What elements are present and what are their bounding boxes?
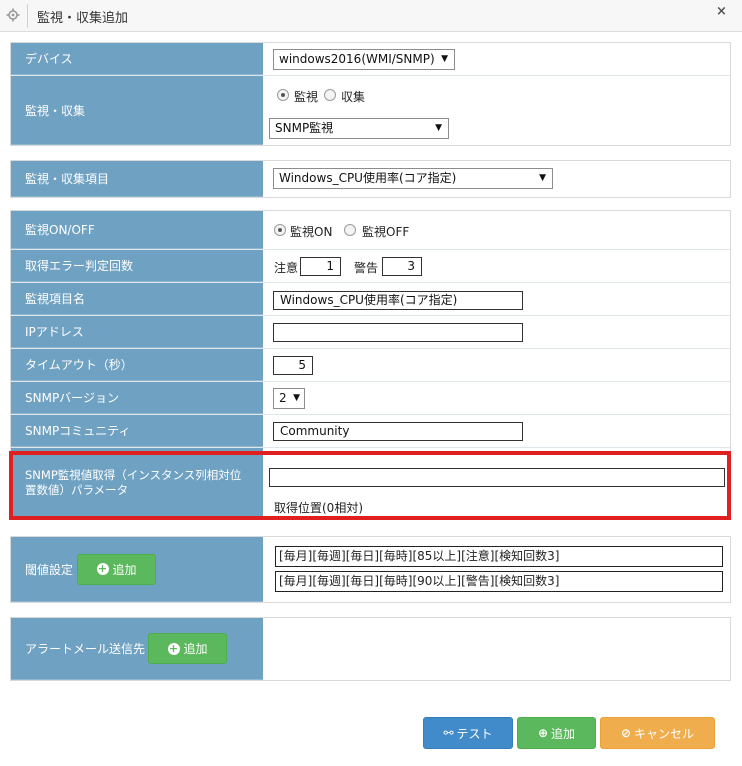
dialog-titlebar: 監視・収集追加 ×: [0, 0, 742, 32]
device-panel: デバイス windows2016(WMI/SNMP) ▼ 監視・収集 監視 収集 …: [10, 42, 731, 146]
snmp-version-label: SNMPバージョン: [11, 382, 263, 414]
alert-mail-label: アラートメール送信先: [25, 642, 146, 656]
plus-circle-icon: +: [96, 562, 109, 575]
threshold-label-cell: 閾値設定 + 追加: [11, 537, 263, 602]
device-row: デバイス windows2016(WMI/SNMP) ▼: [11, 43, 730, 76]
radio-monitor[interactable]: [277, 89, 289, 101]
caution-label: 注意: [274, 261, 299, 275]
highlight-box: [9, 451, 731, 520]
threshold-entry[interactable]: [毎月][毎週][毎日][毎時][90以上][警告][検知回数3]: [275, 571, 723, 592]
threshold-panel: 閾値設定 + 追加 [毎月][毎週][毎日][毎時][85以上][注意][検知回数…: [10, 536, 731, 603]
item-label: 監視・収集項目: [11, 161, 263, 197]
warning-count-input[interactable]: 3: [382, 257, 422, 276]
error-count-label: 取得エラー判定回数: [11, 250, 263, 282]
threshold-label: 閾値設定: [25, 562, 74, 577]
item-name-row: 監視項目名 Windows_CPU使用率(コア指定): [11, 283, 730, 316]
device-label: デバイス: [11, 43, 263, 75]
snmp-community-input[interactable]: Community: [273, 422, 523, 441]
gear-icon: [6, 8, 20, 22]
timeout-label: タイムアウト（秒）: [11, 349, 263, 381]
timeout-input[interactable]: 5: [273, 356, 313, 375]
alert-mail-label-cell: アラートメール送信先 + 追加: [11, 618, 263, 680]
ban-icon: ⊘: [620, 726, 632, 740]
alert-mail-row: アラートメール送信先 + 追加: [11, 618, 730, 680]
plus-circle-icon: ⊕: [537, 726, 549, 740]
item-panel: 監視・収集項目 Windows_CPU使用率(コア指定) ▼: [10, 160, 731, 198]
radio-monitor-on-label: 監視ON: [290, 225, 333, 239]
item-row: 監視・収集項目 Windows_CPU使用率(コア指定) ▼: [11, 161, 730, 197]
alert-mail-add-button[interactable]: + 追加: [148, 633, 228, 664]
threshold-entry[interactable]: [毎月][毎週][毎日][毎時][85以上][注意][検知回数3]: [275, 546, 723, 567]
snmp-version-row: SNMPバージョン 2 ▼: [11, 382, 730, 415]
plus-circle-icon: +: [167, 641, 180, 655]
title-divider: [27, 4, 28, 28]
alert-mail-panel: アラートメール送信先 + 追加: [10, 617, 731, 681]
threshold-add-button[interactable]: + 追加: [77, 553, 157, 585]
add-button[interactable]: ⊕ 追加: [517, 717, 596, 749]
radio-collect-label: 収集: [341, 90, 366, 104]
threshold-row: 閾値設定 + 追加 [毎月][毎週][毎日][毎時][85以上][注意][検知回数…: [11, 537, 730, 602]
radio-monitor-off[interactable]: [344, 224, 356, 236]
radio-collect[interactable]: [324, 89, 336, 101]
cancel-button[interactable]: ⊘ キャンセル: [600, 717, 715, 749]
device-select[interactable]: windows2016(WMI/SNMP) ▼: [273, 49, 455, 70]
monitor-collect-row: 監視・収集 監視 収集 SNMP監視 ▼: [11, 76, 730, 145]
link-icon: ⚯: [443, 726, 454, 740]
ip-address-label: IPアドレス: [11, 316, 263, 348]
monitor-onoff-row: 監視ON/OFF 監視ON 監視OFF: [11, 211, 730, 250]
dropdown-arrow-icon: ▼: [539, 173, 546, 183]
monitor-onoff-label: 監視ON/OFF: [11, 211, 263, 249]
radio-monitor-on[interactable]: [274, 224, 286, 236]
item-name-input[interactable]: Windows_CPU使用率(コア指定): [273, 291, 523, 310]
timeout-row: タイムアウト（秒） 5: [11, 349, 730, 382]
dropdown-arrow-icon: ▼: [435, 123, 442, 133]
test-button[interactable]: ⚯ テスト: [423, 717, 513, 749]
monitor-type-select[interactable]: SNMP監視 ▼: [269, 118, 449, 139]
close-icon[interactable]: ×: [716, 4, 727, 19]
warning-label: 警告: [354, 261, 379, 275]
dialog-title: 監視・収集追加: [37, 11, 129, 26]
dropdown-arrow-icon: ▼: [441, 54, 448, 64]
radio-monitor-off-label: 監視OFF: [362, 225, 410, 239]
item-name-label: 監視項目名: [11, 283, 263, 315]
snmp-community-label: SNMPコミュニティ: [11, 415, 263, 447]
caution-count-input[interactable]: 1: [300, 257, 341, 276]
radio-monitor-label: 監視: [294, 90, 319, 104]
snmp-community-row: SNMPコミュニティ Community: [11, 415, 730, 448]
ip-address-row: IPアドレス: [11, 316, 730, 349]
error-count-row: 取得エラー判定回数 注意 1 警告 3: [11, 250, 730, 283]
monitor-collect-label: 監視・収集: [11, 76, 263, 145]
ip-address-input[interactable]: [273, 323, 523, 342]
snmp-version-select[interactable]: 2 ▼: [273, 388, 305, 409]
item-select[interactable]: Windows_CPU使用率(コア指定) ▼: [273, 168, 553, 189]
dropdown-arrow-icon: ▼: [293, 393, 300, 403]
